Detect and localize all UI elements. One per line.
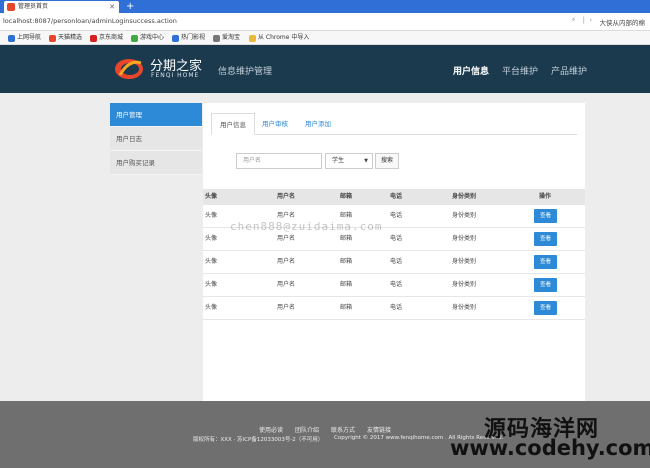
logo-subtext: FENQI HOME — [151, 72, 200, 79]
overlay-brand-url: www.codehy.com — [450, 436, 650, 460]
sidebar-item-user-log[interactable]: 用户日志 — [110, 127, 202, 151]
table-cell: 电话 — [390, 304, 403, 311]
bookmark-label: 爱淘宝 — [222, 34, 241, 41]
bookmark-icon — [172, 34, 179, 42]
footer-link[interactable]: 联系方式 — [331, 427, 355, 434]
bookmark-item[interactable]: 天猫精选 — [49, 31, 82, 45]
table-cell: 头像 — [205, 235, 218, 242]
table-row: 头像 用户名 邮箱 电话 身份类别 查看 — [203, 297, 585, 320]
browser-tab[interactable]: 管理员首页 ✕ — [4, 1, 119, 13]
sidebar-item-user-management[interactable]: 用户管理 — [110, 103, 202, 127]
view-button[interactable]: 查看 — [534, 278, 557, 292]
table-cell: 头像 — [205, 258, 218, 265]
table-header-cell: 邮箱 — [340, 193, 353, 200]
site-header: 分期之家 FENQI HOME 信息维护管理 用户信息 平台维护 产品维护 — [0, 45, 650, 93]
table-cell: 头像 — [205, 281, 218, 288]
table-cell: 电话 — [390, 258, 403, 265]
close-icon[interactable]: ✕ — [109, 1, 115, 13]
main-panel: 用户信息 用户审核 用户添加 用户名 学生 ▼ 搜索 头像 用户名 邮箱 电话 身份类别… — [203, 103, 585, 401]
view-button[interactable]: 查看 — [534, 232, 557, 246]
bookmark-icon — [90, 34, 97, 42]
sidebar: 用户管理 用户日志 用户购买记录 — [110, 103, 202, 175]
table-header-cell: 操作 — [539, 193, 552, 200]
user-table: 头像 用户名 邮箱 电话 身份类别 操作 头像 用户名 邮箱 电话 身份类别 查看 头像 用户名 邮箱 电话身… — [203, 189, 585, 320]
sidebar-item-purchase-records[interactable]: 用户购买记录 — [110, 151, 202, 175]
table-cell: 用户名 — [277, 258, 296, 265]
identity-select[interactable]: 学生 ▼ — [325, 153, 373, 169]
table-cell: 身份类别 — [452, 258, 477, 265]
bookmark-item[interactable]: 爱淘宝 — [213, 31, 240, 45]
table-row: 头像 用户名 邮箱 电话 身份类别 查看 — [203, 251, 585, 274]
bookmarks-bar: 上网导航 天猫精选 京东商城 游戏中心 热门影视 爱淘宝 从 Chrome 中导入 — [0, 31, 650, 45]
search-input[interactable]: 用户名 — [236, 153, 322, 169]
nav-platform[interactable]: 平台维护 — [502, 64, 538, 77]
url-field[interactable]: localhost:8087/personloan/adminLoginsucc… — [3, 17, 177, 25]
view-button[interactable]: 查看 — [534, 209, 557, 223]
table-cell: 邮箱 — [340, 258, 353, 265]
new-tab-button[interactable]: + — [126, 0, 134, 13]
table-header-cell: 用户名 — [277, 193, 296, 200]
bookmark-label: 热门影视 — [181, 34, 206, 41]
bookmark-label: 上网导航 — [17, 34, 42, 41]
table-cell: 头像 — [205, 304, 218, 311]
footer-link[interactable]: 团队介绍 — [295, 427, 319, 434]
watermark-text: chen888@zuidaima.com — [230, 220, 383, 233]
bookmark-item[interactable]: 京东商城 — [90, 31, 123, 45]
bookmark-label: 京东商城 — [99, 34, 124, 41]
table-cell: 身份类别 — [452, 281, 477, 288]
table-cell: 邮箱 — [340, 304, 353, 311]
table-cell: 用户名 — [277, 304, 296, 311]
tab-user-add[interactable]: 用户添加 — [297, 113, 339, 135]
tab-bar: 用户信息 用户审核 用户添加 — [211, 113, 577, 135]
table-cell: 身份类别 — [452, 212, 477, 219]
tab-user-info[interactable]: 用户信息 — [211, 113, 255, 135]
table-row: 头像 用户名 邮箱 电话 身份类别 查看 — [203, 274, 585, 297]
bookmark-icon — [8, 34, 15, 42]
address-bar-hint: 大侠从内部的棉 — [599, 19, 646, 27]
bookmark-icon — [213, 34, 220, 42]
identity-select-value: 学生 — [332, 157, 345, 164]
footer-link[interactable]: 使用必读 — [259, 427, 283, 434]
bookmark-icon — [249, 34, 256, 42]
table-header-cell: 头像 — [205, 193, 218, 200]
bookmark-item[interactable]: 游戏中心 — [131, 31, 164, 45]
bookmark-item[interactable]: 从 Chrome 中导入 — [249, 31, 309, 45]
table-cell: 电话 — [390, 212, 403, 219]
table-cell: 头像 — [205, 212, 218, 219]
table-cell: 身份类别 — [452, 304, 477, 311]
bookmark-icon — [131, 34, 138, 42]
bookmark-item[interactable]: 上网导航 — [8, 31, 41, 45]
table-header-row: 头像 用户名 邮箱 电话 身份类别 操作 — [203, 189, 585, 205]
browser-tab-bar: 管理员首页 ✕ + — [0, 0, 650, 13]
chevron-down-icon: ▼ — [364, 158, 368, 164]
table-header-cell: 身份类别 — [452, 193, 477, 200]
footer-link[interactable]: 友情链接 — [367, 427, 391, 434]
lightning-icon[interactable]: ⚡ | › — [571, 16, 592, 24]
bookmark-label: 从 Chrome 中导入 — [258, 34, 310, 41]
footer-copyright: 版权所有：XXX · 苏ICP备12033003号-2（不可用） — [193, 437, 324, 443]
table-cell: 用户名 — [277, 281, 296, 288]
tab-user-review[interactable]: 用户审核 — [254, 113, 296, 135]
nav-product[interactable]: 产品维护 — [551, 64, 587, 77]
view-button[interactable]: 查看 — [534, 255, 557, 269]
table-cell: 邮箱 — [340, 281, 353, 288]
view-button[interactable]: 查看 — [534, 301, 557, 315]
table-header-cell: 电话 — [390, 193, 403, 200]
address-bar: localhost:8087/personloan/adminLoginsucc… — [0, 13, 650, 31]
bookmark-item[interactable]: 热门影视 — [172, 31, 205, 45]
favicon-icon — [7, 3, 15, 11]
system-title: 信息维护管理 — [218, 67, 273, 77]
bookmark-label: 游戏中心 — [140, 34, 165, 41]
bookmark-label: 天猫精选 — [58, 34, 83, 41]
table-cell: 电话 — [390, 281, 403, 288]
logo-icon — [115, 59, 143, 79]
nav-user-info[interactable]: 用户信息 — [453, 64, 489, 77]
bookmark-icon — [49, 34, 56, 42]
search-button[interactable]: 搜索 — [375, 153, 399, 169]
table-cell: 身份类别 — [452, 235, 477, 242]
table-cell: 电话 — [390, 235, 403, 242]
browser-tab-title: 管理员首页 — [18, 3, 49, 10]
